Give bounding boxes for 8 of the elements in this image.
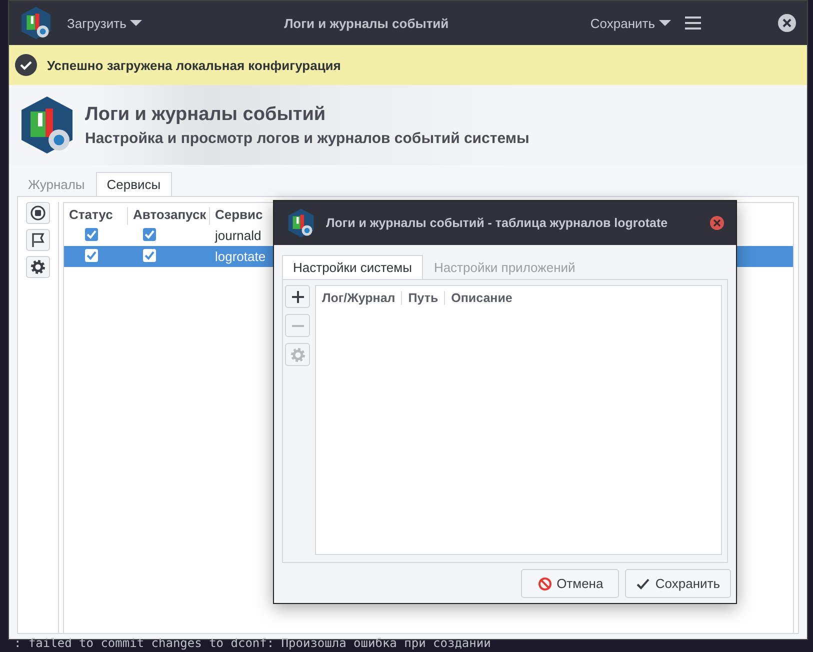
terminal-text: : failed to commit changes to dconf: Произошла ошибка при создании: [14, 636, 491, 650]
window-title: Логи и журналы событий: [283, 16, 450, 30]
dialog-title: Логи и журналы событий - таблица журналов logrotate: [326, 216, 669, 230]
header-title: Логи и журналы событий: [85, 104, 327, 126]
service-name: journald: [215, 228, 262, 243]
info-message: Успешно загружена локальная конфигурация: [47, 58, 341, 72]
header-subtitle: Настройка и просмотр логов и журналов событий системы: [85, 130, 530, 146]
service-name: logrotate: [215, 249, 266, 264]
